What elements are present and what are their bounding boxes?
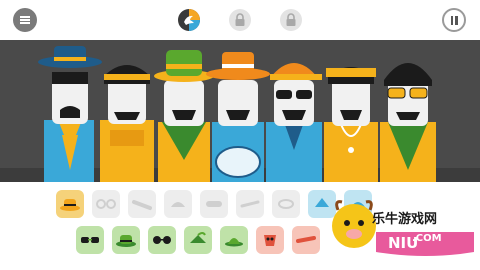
green-glasses-icon — [81, 237, 99, 243]
character-2[interactable] — [100, 65, 154, 182]
menu-button[interactable] — [13, 8, 37, 32]
watermark-logo: NIU — [332, 200, 474, 256]
pause-icon — [450, 15, 458, 25]
green-glasses-slot[interactable] — [76, 226, 104, 254]
green-sunglasses-slot[interactable] — [148, 226, 176, 254]
character-7[interactable] — [380, 63, 436, 182]
watermark-text: 乐牛游戏网 — [372, 212, 438, 227]
lock-icon[interactable] — [228, 8, 252, 32]
mask-slot[interactable] — [200, 190, 228, 218]
green-hat-icon — [116, 235, 136, 247]
character-stage — [0, 40, 480, 182]
watermark-domain: .COM — [412, 233, 442, 244]
green-bowler-icon — [225, 238, 243, 247]
glasses-slot[interactable] — [92, 190, 120, 218]
hamburger-icon — [20, 15, 30, 25]
headband-slot[interactable] — [236, 190, 264, 218]
red-mask-icon — [264, 235, 276, 246]
sunglasses-icon — [132, 200, 152, 210]
character-6[interactable] — [324, 67, 378, 182]
red-band-icon — [296, 236, 316, 243]
mask-icon — [206, 201, 222, 207]
green-leaf-hat-slot[interactable] — [184, 226, 212, 254]
green-bowler-slot[interactable] — [220, 226, 248, 254]
green-leaf-hat-icon — [190, 232, 206, 243]
ring-icon — [278, 199, 294, 209]
cap-icon — [171, 202, 185, 207]
red-mask-slot[interactable] — [256, 226, 284, 254]
top-bar — [0, 0, 480, 40]
green-hat-slot[interactable] — [112, 226, 140, 254]
yellow-hat-icon — [60, 199, 80, 211]
bird-icon[interactable] — [177, 8, 201, 32]
ring-slot[interactable] — [272, 190, 300, 218]
lock-icon[interactable] — [279, 8, 303, 32]
cap-slot[interactable] — [164, 190, 192, 218]
pause-button[interactable] — [442, 8, 466, 32]
sunglasses-slot[interactable] — [128, 190, 156, 218]
glasses-icon — [96, 199, 116, 209]
yellow-hat-slot[interactable] — [56, 190, 84, 218]
headband-icon — [240, 200, 260, 208]
stage-scene — [0, 40, 480, 182]
green-sunglasses-icon — [153, 236, 171, 244]
